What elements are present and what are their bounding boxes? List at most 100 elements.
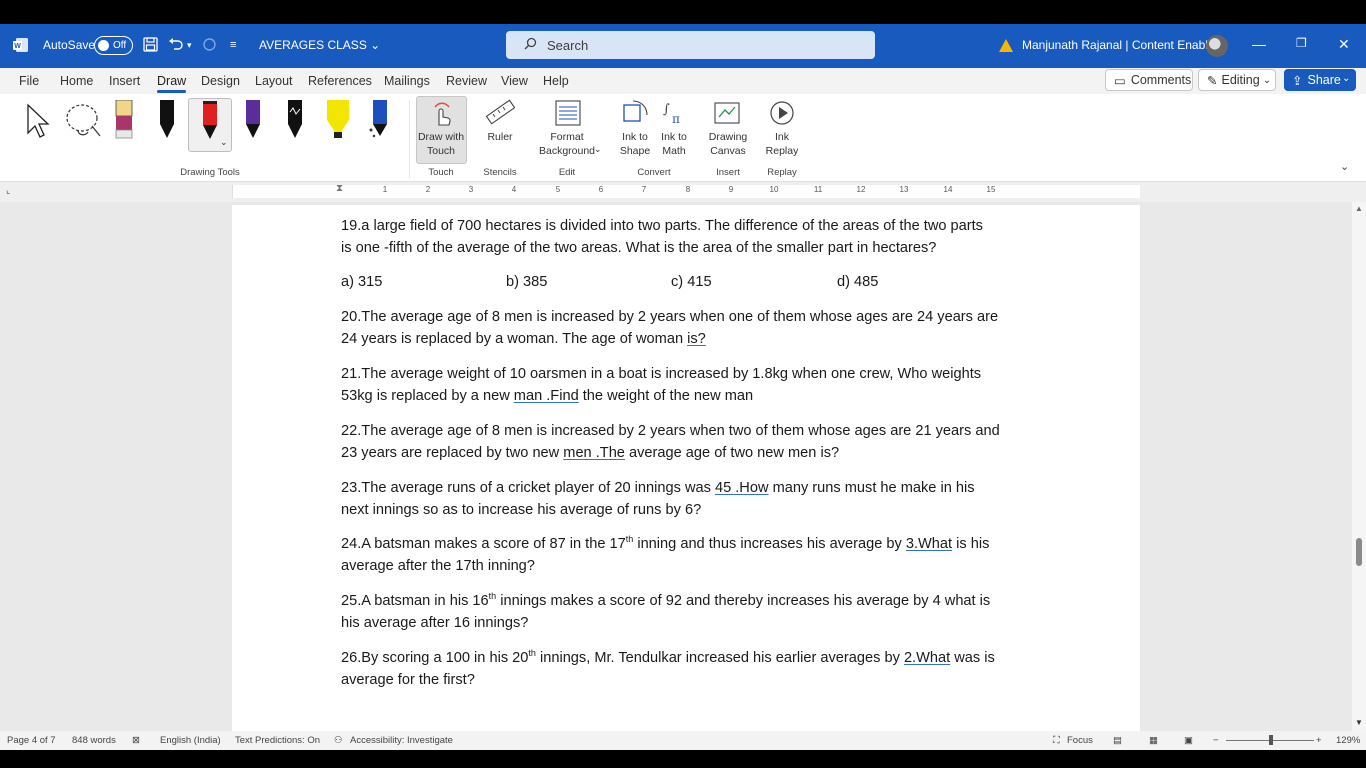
focus-icon: ⛶ [1053, 735, 1060, 746]
minimize-icon[interactable]: — [1252, 36, 1266, 52]
format-background-chevron-icon[interactable]: ⌄ [594, 144, 602, 155]
scrollbar-thumb[interactable] [1356, 538, 1362, 566]
customize-toolbar-icon[interactable]: ≡ [230, 37, 236, 53]
restore-icon[interactable]: ❐ [1296, 36, 1307, 50]
zoom-slider-thumb[interactable] [1269, 735, 1273, 745]
text-run: is his [952, 536, 990, 552]
ink-to-shape-icon[interactable] [621, 99, 649, 127]
group-label-stencils: Stencils [483, 167, 517, 178]
tab-design[interactable]: Design [201, 74, 240, 88]
tab-review[interactable]: Review [446, 74, 487, 88]
text-run: 53kg is replaced by a new [341, 388, 514, 404]
question-line: 24 years is replaced by a woman. The age… [341, 328, 1041, 350]
ruler-label[interactable]: Ruler [487, 130, 512, 144]
avatar[interactable] [1206, 35, 1228, 57]
svg-text:∫: ∫ [663, 102, 670, 117]
tab-mailings[interactable]: Mailings [384, 74, 430, 88]
scroll-up-icon[interactable]: ▲ [1355, 204, 1363, 213]
ink-replay-icon[interactable] [768, 99, 796, 127]
select-objects-icon[interactable] [24, 103, 52, 139]
drawing-canvas-icon[interactable] [713, 99, 741, 127]
scroll-down-icon[interactable]: ▼ [1355, 718, 1363, 727]
text-run: innings makes a score of 92 and thereby … [496, 593, 991, 609]
redo-icon[interactable] [202, 37, 217, 55]
pen-options-chevron-icon[interactable]: ⌄ [220, 137, 228, 148]
svg-text:π: π [672, 112, 680, 126]
search-box[interactable]: Search [506, 31, 875, 59]
vertical-scrollbar[interactable]: ▲ ▼ [1352, 202, 1366, 731]
account-area[interactable]: Manjunath Rajanal | Content Enablers [999, 38, 1225, 52]
proofing-icon[interactable]: ⊠ [132, 735, 140, 746]
screen-bottom-strip [0, 750, 1366, 768]
ruler-tick: 3 [468, 185, 474, 194]
web-layout-icon[interactable]: ▣ [1184, 735, 1193, 746]
zoom-out-icon[interactable]: − [1213, 735, 1219, 746]
question-line: 53kg is replaced by a new man .Find the … [341, 385, 1041, 407]
document-page[interactable]: 19.a large field of 700 hectares is divi… [232, 205, 1140, 731]
comment-icon: ▭ [1114, 73, 1126, 88]
grammar-flagged-text[interactable]: 3.What [906, 536, 952, 552]
title-bar: W AutoSave Off ▾ ≡ AVERAGES CLASS ⌄ Sear… [0, 24, 1366, 68]
zoom-in-icon[interactable]: + [1316, 735, 1322, 746]
option-a: a) 315 [341, 274, 383, 290]
pen-blue-sparkle-icon[interactable] [368, 100, 390, 140]
tab-view[interactable]: View [501, 74, 528, 88]
tab-draw[interactable]: Draw [157, 74, 187, 93]
document-title-text: AVERAGES CLASS [259, 38, 367, 52]
tab-stop-selector-icon[interactable]: ⌞ [6, 185, 10, 196]
read-mode-icon[interactable]: ▤ [1113, 735, 1122, 746]
save-icon[interactable] [143, 37, 158, 55]
autosave-toggle[interactable]: Off [94, 36, 133, 55]
pen-purple-icon[interactable] [243, 100, 263, 140]
pen-black-glitter-icon[interactable] [285, 100, 305, 140]
document-title[interactable]: AVERAGES CLASS ⌄ [259, 38, 380, 52]
undo-icon[interactable] [168, 37, 184, 55]
grammar-flagged-text[interactable]: 2.What [904, 650, 950, 666]
language-indicator[interactable]: English (India) [160, 735, 221, 746]
ruler-tick: 12 [856, 185, 866, 194]
question-line: 26.By scoring a 100 in his 20th innings,… [341, 647, 1041, 669]
word-count[interactable]: 848 words [72, 735, 116, 746]
text-predictions-status[interactable]: Text Predictions: On [235, 735, 320, 746]
ribbon-collapse-icon[interactable]: ⌄ [1340, 160, 1349, 173]
print-layout-icon[interactable]: ▦ [1149, 735, 1158, 746]
grammar-flagged-text[interactable]: man .Find [514, 388, 579, 404]
page-count[interactable]: Page 4 of 7 [7, 735, 56, 746]
ink-to-math-icon[interactable]: ∫ π [660, 99, 688, 127]
undo-dropdown-icon[interactable]: ▾ [187, 37, 192, 53]
pen-red-selected-frame[interactable]: ⌄ [188, 98, 232, 152]
format-background-icon[interactable] [554, 99, 582, 127]
share-dropdown-icon[interactable]: ⌄ [1342, 73, 1350, 84]
pen-black-icon[interactable] [157, 100, 177, 140]
ruler-tick: 8 [685, 185, 691, 194]
comments-button[interactable]: ▭ Comments [1105, 69, 1193, 91]
focus-mode-button[interactable]: Focus [1067, 735, 1093, 746]
question-26: 26.By scoring a 100 in his 20th innings,… [341, 647, 1041, 691]
tab-help[interactable]: Help [543, 74, 569, 88]
zoom-level[interactable]: 129% [1336, 735, 1360, 746]
tab-layout[interactable]: Layout [255, 74, 293, 88]
highlighter-yellow-icon[interactable] [325, 100, 351, 140]
pencil-tool-icon[interactable] [114, 100, 134, 140]
horizontal-ruler[interactable]: ⧗ 1 2 3 4 5 6 7 8 9 10 11 12 13 14 15 [232, 183, 1140, 198]
grammar-flagged-text[interactable]: 45 .How [715, 480, 769, 496]
lasso-select-icon[interactable] [64, 102, 104, 140]
text-run: 23.The average runs of a cricket player … [341, 480, 715, 496]
tab-file[interactable]: File [19, 74, 39, 88]
option-d: d) 485 [837, 274, 879, 290]
close-icon[interactable]: ✕ [1338, 36, 1350, 53]
ink-to-shape-label-2: Shape [619, 145, 651, 157]
tab-home[interactable]: Home [60, 74, 93, 88]
editing-mode-button[interactable]: ✎ Editing ⌄ [1198, 69, 1276, 91]
grammar-flagged-text[interactable]: is? [687, 331, 706, 347]
tab-references[interactable]: References [308, 74, 372, 88]
tab-insert[interactable]: Insert [109, 74, 140, 88]
ruler-icon[interactable] [485, 99, 515, 127]
accessibility-status[interactable]: Accessibility: Investigate [350, 735, 453, 746]
grammar-flagged-text[interactable]: men .The [563, 445, 625, 461]
ruler-tick: 10 [769, 185, 779, 194]
superscript: th [528, 648, 536, 659]
question-23: 23.The average runs of a cricket player … [341, 477, 1041, 521]
share-button[interactable]: ⇪ Share ⌄ [1284, 69, 1356, 91]
indent-marker-icon[interactable]: ⧗ [336, 183, 343, 194]
